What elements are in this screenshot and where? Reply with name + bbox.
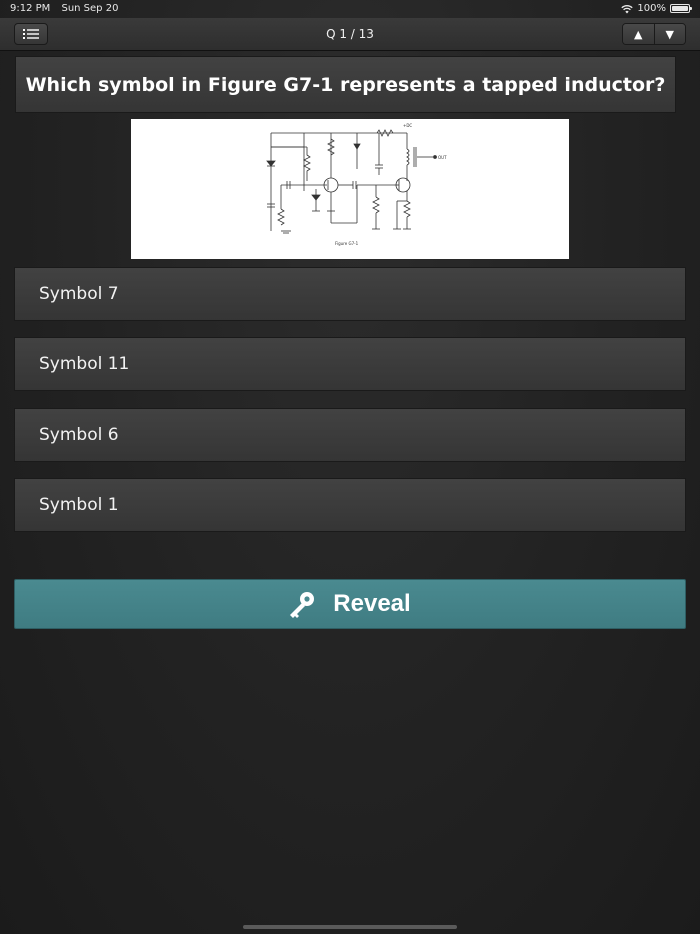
battery-icon [670,4,692,13]
figure-label-vdc: +DC [403,123,412,128]
answer-option-4[interactable]: Symbol 1 [14,478,686,532]
figure-caption: Figure G7-1 [335,241,359,246]
reveal-label: Reveal [333,590,411,617]
nav-bar: Q 1 / 13 ▲ ▼ [0,18,700,51]
app-screen: 9:12 PM Sun Sep 20 100% Q 1 / 13 ▲ ▼ Whi… [0,0,700,934]
status-time: 9:12 PM [10,3,51,14]
home-indicator[interactable] [243,925,457,929]
wifi-icon [621,4,634,13]
status-right: 100% [621,3,692,14]
key-icon [290,592,314,618]
nav-arrows: ▲ ▼ [622,23,686,45]
schematic-diagram: +DC OUT Figure G7-1 [266,123,447,246]
next-question-button[interactable]: ▼ [653,24,685,44]
battery-percent: 100% [637,3,666,14]
figure-label-out: OUT [438,155,447,160]
answer-option-1[interactable]: Symbol 7 [14,267,686,321]
previous-question-button[interactable]: ▲ [623,24,654,44]
answer-option-3[interactable]: Symbol 6 [14,408,686,462]
status-left: 9:12 PM Sun Sep 20 [10,3,126,14]
status-bar: 9:12 PM Sun Sep 20 100% [0,0,700,18]
answer-option-2[interactable]: Symbol 11 [14,337,686,391]
question-counter: Q 1 / 13 [326,27,374,41]
circuit-figure: +DC OUT Figure G7-1 [131,119,569,259]
question-text: Which symbol in Figure G7-1 represents a… [15,56,676,113]
status-date: Sun Sep 20 [61,3,119,14]
reveal-button[interactable]: Reveal [14,579,686,629]
